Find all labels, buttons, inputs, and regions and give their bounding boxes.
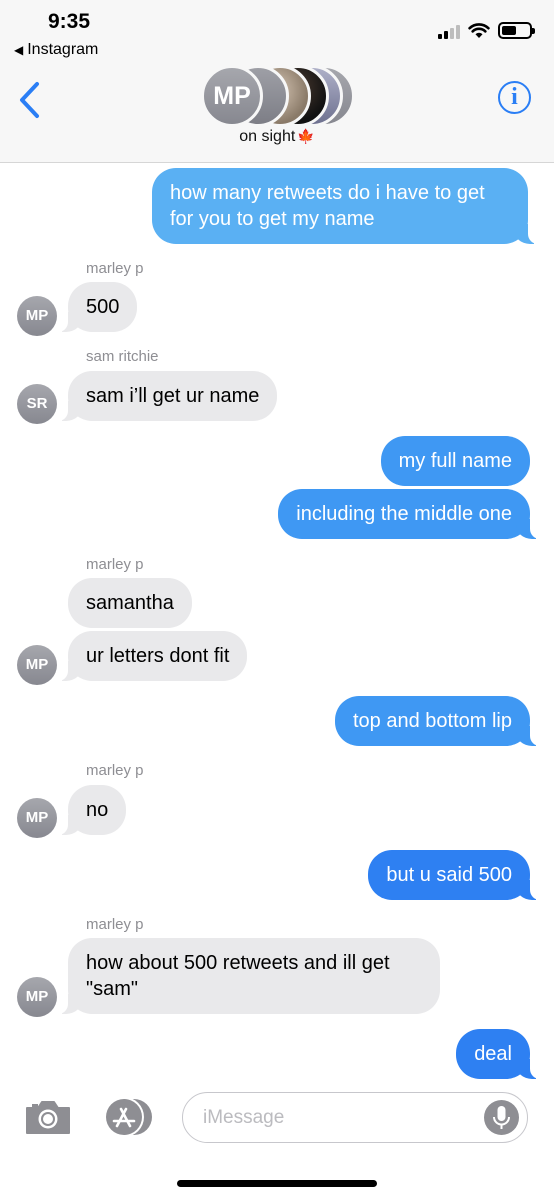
sender-name: marley p [86, 762, 144, 779]
back-to-app-link[interactable]: ◀ Instagram [14, 41, 98, 59]
cellular-signal-icon [438, 23, 460, 39]
back-chevron-icon[interactable] [16, 78, 46, 122]
message-text: including the middle one [296, 503, 512, 525]
avatar: MP [17, 645, 57, 685]
message-text: sam i’ll get ur name [86, 385, 260, 407]
sender-name: marley p [86, 260, 144, 277]
message-text: deal [474, 1043, 512, 1065]
microphone-button[interactable] [484, 1100, 519, 1135]
sent-message-bubble[interactable]: but u said 500 [368, 850, 540, 900]
message-text: 500 [86, 296, 120, 318]
message-text: "sam" [86, 978, 138, 1000]
info-button[interactable]: i [498, 81, 531, 114]
avatar: MP [17, 798, 57, 838]
avatar: SR [17, 384, 57, 424]
received-message-bubble[interactable]: samantha [68, 578, 192, 628]
received-message-bubble[interactable]: 500 [57, 282, 138, 332]
message-text: samantha [86, 592, 174, 614]
message-text: how about 500 retweets and ill get [86, 952, 390, 974]
sent-message-bubble[interactable]: how many retweets do i have to get for y… [152, 168, 538, 244]
back-app-label: Instagram [27, 41, 99, 58]
conversation-header: 9:35 ◀ Instagram MP on sight 🍁 i [0, 0, 554, 163]
message-text: no [86, 799, 109, 821]
message-text: ur letters dont fit [86, 645, 230, 667]
received-message-bubble[interactable]: no [57, 785, 127, 835]
sent-message-bubble[interactable]: including the middle one [278, 489, 540, 539]
app-store-icon[interactable] [103, 1097, 155, 1137]
sent-message-bubble[interactable]: my full name [380, 436, 530, 486]
wifi-icon [468, 23, 490, 38]
home-indicator[interactable] [177, 1180, 377, 1187]
status-icons [438, 22, 535, 39]
input-placeholder: iMessage [203, 1107, 285, 1128]
received-message-bubble[interactable]: sam i’ll get ur name [57, 371, 278, 421]
back-triangle-icon: ◀ [14, 43, 24, 57]
message-text: but u said 500 [386, 864, 512, 886]
sender-name: marley p [86, 556, 144, 573]
camera-icon[interactable] [24, 1098, 72, 1136]
sender-name: sam ritchie [86, 348, 159, 365]
maple-leaf-emoji: 🍁 [297, 128, 315, 144]
status-time: 9:35 [48, 10, 91, 33]
message-text: my full name [398, 450, 512, 472]
received-message-bubble[interactable]: how about 500 retweets and ill get "sam" [58, 938, 440, 1014]
message-text: for you to get my name [170, 208, 375, 230]
avatar: MP [17, 296, 57, 336]
sender-name: marley p [86, 916, 144, 933]
battery-icon [498, 22, 535, 39]
received-message-bubble[interactable]: ur letters dont fit [57, 631, 248, 681]
avatar: MP [17, 977, 57, 1017]
message-text: top and bottom lip [353, 710, 512, 732]
microphone-icon [493, 1106, 510, 1129]
group-avatar-stack[interactable]: MP [201, 65, 361, 127]
group-name-label: on sight [239, 128, 296, 145]
imessage-input[interactable]: iMessage [182, 1092, 528, 1143]
avatar: MP [201, 65, 263, 127]
sent-message-bubble[interactable]: top and bottom lip [335, 696, 540, 746]
group-name[interactable]: on sight 🍁 [0, 128, 554, 146]
message-text: how many retweets do i have to get [170, 182, 485, 204]
sent-message-bubble[interactable]: deal [456, 1029, 540, 1079]
